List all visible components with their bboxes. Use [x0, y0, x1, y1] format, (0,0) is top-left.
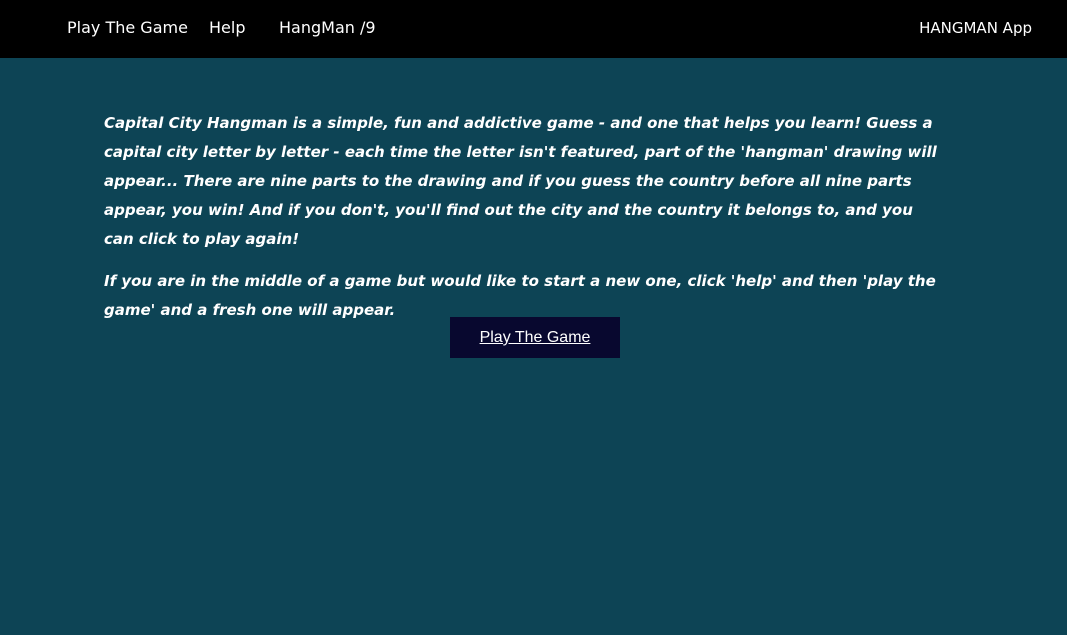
navbar: Play The Game Help HangMan /9 HANGMAN Ap…: [0, 0, 1067, 58]
nav-link-hangman-count[interactable]: HangMan /9: [279, 17, 376, 39]
play-the-game-button[interactable]: Play The Game: [450, 317, 620, 358]
intro-content: Capital City Hangman is a simple, fun an…: [104, 109, 944, 338]
intro-paragraph: Capital City Hangman is a simple, fun an…: [104, 114, 937, 248]
nav-link-play-the-game[interactable]: Play The Game: [67, 17, 188, 39]
app-brand: HANGMAN App: [919, 19, 1032, 37]
nav-link-help[interactable]: Help: [209, 17, 245, 39]
